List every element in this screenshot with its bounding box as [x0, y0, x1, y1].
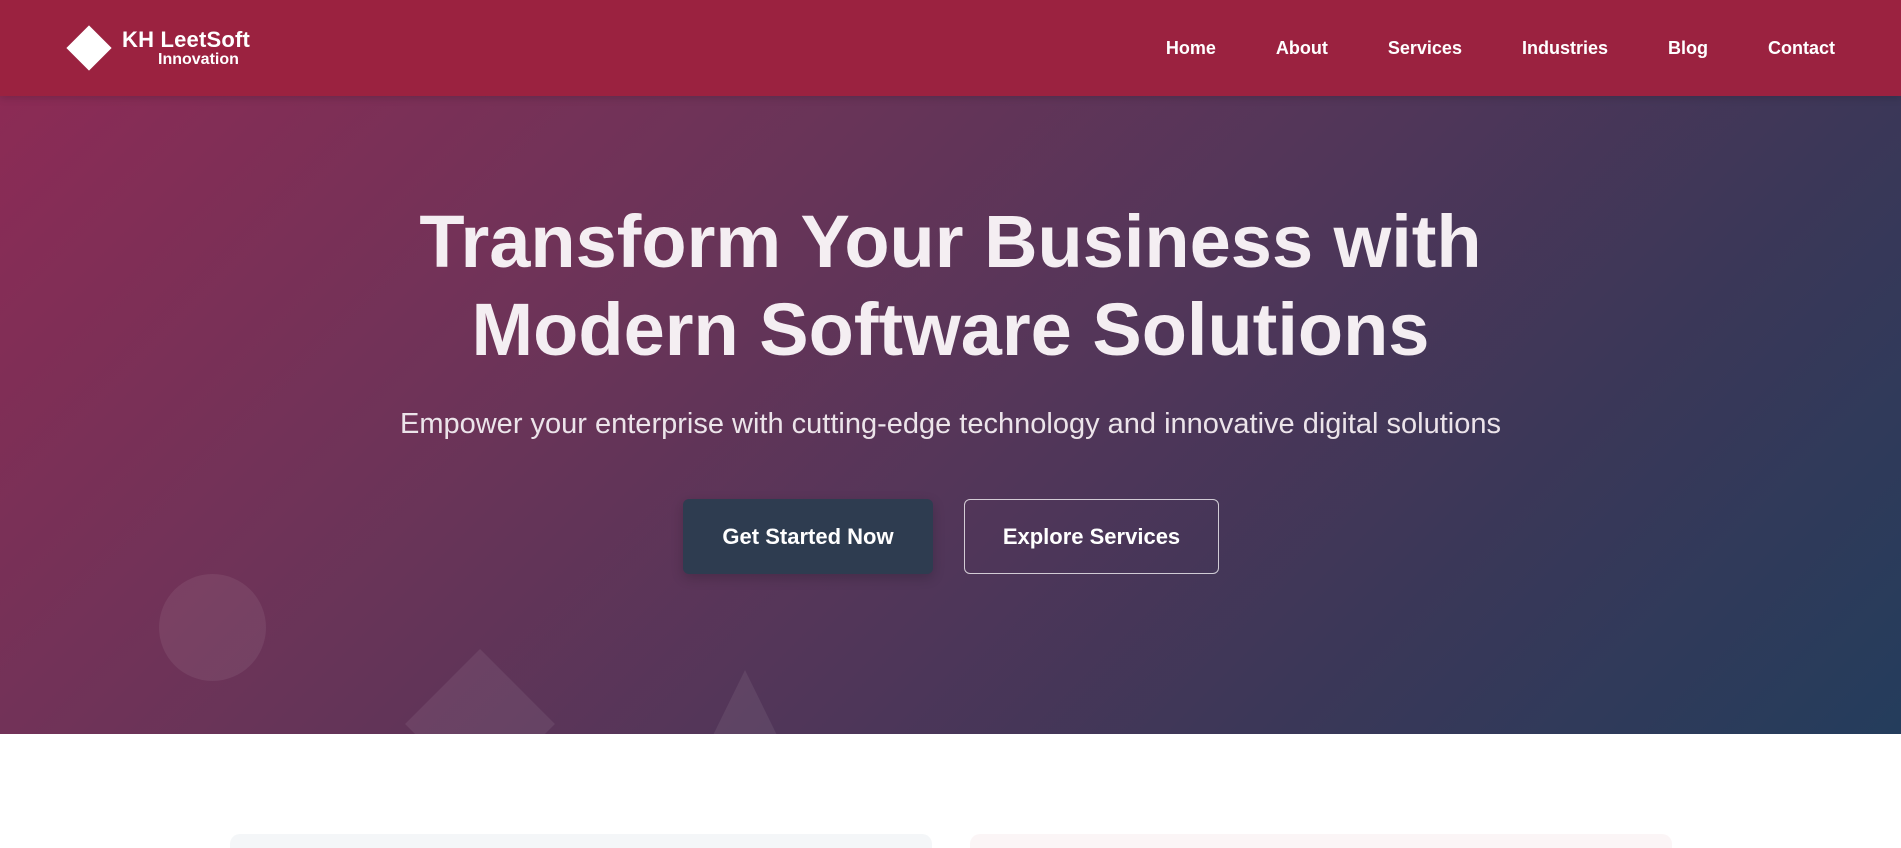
nav-blog[interactable]: Blog — [1668, 38, 1708, 59]
brand-name: KH LeetSoft — [122, 26, 251, 52]
decorative-circle-shape — [159, 574, 266, 681]
explore-services-button[interactable]: Explore Services — [964, 499, 1219, 574]
nav-about[interactable]: About — [1276, 38, 1328, 59]
site-header: KH LeetSoft Innovation Home About Servic… — [0, 0, 1901, 96]
hero-title-line-2: Modern Software Solutions — [471, 288, 1430, 371]
feature-card-left — [230, 834, 932, 848]
decorative-triangle-shape — [692, 670, 798, 734]
get-started-button[interactable]: Get Started Now — [683, 499, 933, 574]
main-nav: Home About Services Industries Blog Cont… — [1166, 38, 1835, 59]
hero-title: Transform Your Business with Modern Soft… — [0, 198, 1901, 374]
brand-text: KH LeetSoft Innovation — [122, 26, 251, 68]
brand-logo[interactable]: KH LeetSoft Innovation — [66, 25, 250, 71]
diamond-logo-icon — [66, 25, 112, 71]
brand-tagline: Innovation — [158, 50, 239, 68]
decorative-diamond-shape — [405, 649, 555, 734]
nav-industries[interactable]: Industries — [1522, 38, 1608, 59]
feature-card-right — [970, 834, 1672, 848]
nav-home[interactable]: Home — [1166, 38, 1216, 59]
nav-contact[interactable]: Contact — [1768, 38, 1835, 59]
hero-subtitle: Empower your enterprise with cutting-edg… — [399, 408, 1502, 440]
nav-services[interactable]: Services — [1388, 38, 1462, 59]
hero-title-line-1: Transform Your Business with — [419, 200, 1482, 283]
